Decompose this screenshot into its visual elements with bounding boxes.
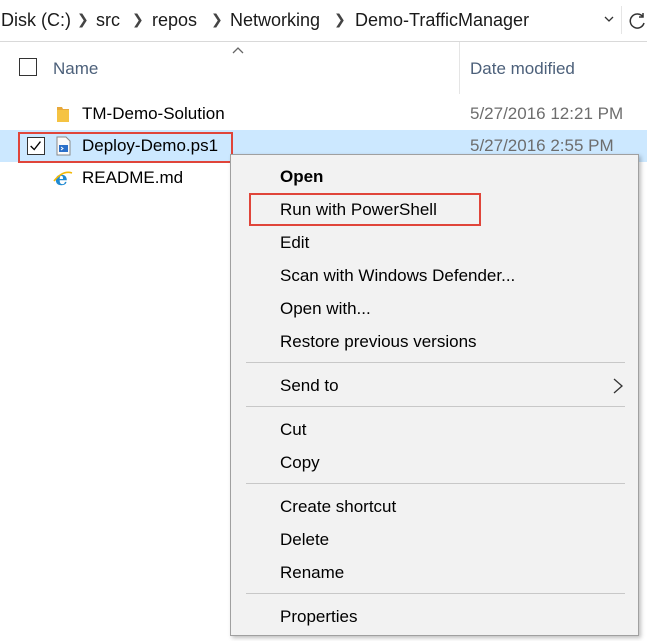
file-row-tm-demo-solution[interactable]: TM-Demo-Solution 5/27/2016 12:21 PM (0, 98, 647, 130)
menu-item-create-shortcut[interactable]: Create shortcut (280, 497, 396, 517)
breadcrumb-item-disk[interactable]: Disk (C:) (1, 10, 71, 31)
menu-item-run-with-powershell[interactable]: Run with PowerShell (280, 200, 437, 220)
menu-item-rename[interactable]: Rename (280, 563, 344, 583)
chevron-right-icon: ❯ (132, 11, 144, 27)
column-divider[interactable] (459, 42, 460, 94)
breadcrumb-item-demo-trafficmanager[interactable]: Demo-TrafficManager (355, 10, 529, 31)
menu-separator (246, 593, 625, 594)
menu-item-send-to[interactable]: Send to (280, 376, 339, 396)
powershell-script-icon (56, 136, 71, 156)
file-name: Deploy-Demo.ps1 (82, 136, 219, 155)
file-date: 5/27/2016 2:55 PM (470, 136, 614, 155)
select-all-checkbox[interactable] (19, 58, 37, 76)
menu-item-delete[interactable]: Delete (280, 530, 329, 550)
internet-explorer-icon: e (53, 168, 73, 188)
chevron-right-icon: ❯ (334, 11, 346, 27)
column-header-date-modified[interactable]: Date modified (470, 59, 575, 79)
file-name: TM-Demo-Solution (82, 104, 225, 123)
menu-item-scan-with-defender[interactable]: Scan with Windows Defender... (280, 266, 515, 286)
file-name: README.md (82, 168, 184, 187)
menu-separator (246, 362, 625, 363)
chevron-down-icon[interactable] (604, 14, 614, 24)
menu-item-restore-previous-versions[interactable]: Restore previous versions (280, 332, 477, 352)
menu-item-cut[interactable]: Cut (280, 420, 306, 440)
breadcrumb-item-repos[interactable]: repos (152, 10, 197, 31)
menu-separator (246, 406, 625, 407)
breadcrumb-item-networking[interactable]: Networking (230, 10, 320, 31)
breadcrumb-item-src[interactable]: src (96, 10, 120, 31)
column-header-row: Name Date modified (0, 42, 647, 94)
menu-item-properties[interactable]: Properties (280, 607, 357, 627)
file-date: 5/27/2016 12:21 PM (470, 104, 624, 123)
submenu-chevron-right-icon (613, 378, 623, 394)
chevron-right-icon: ❯ (211, 11, 223, 27)
menu-item-copy[interactable]: Copy (280, 453, 320, 473)
chevron-right-icon: ❯ (77, 11, 89, 27)
address-bar-divider (621, 6, 622, 34)
row-checkbox[interactable] (27, 137, 45, 155)
menu-item-open-with[interactable]: Open with... (280, 299, 371, 319)
column-header-name[interactable]: Name (53, 59, 98, 79)
menu-separator (246, 483, 625, 484)
sort-ascending-caret-icon (232, 47, 244, 54)
menu-item-edit[interactable]: Edit (280, 233, 309, 253)
checkmark-icon (30, 141, 41, 151)
folder-icon (57, 107, 69, 122)
address-bar: Disk (C:) ❯ src ❯ repos ❯ Networking ❯ D… (0, 0, 647, 42)
refresh-icon[interactable] (628, 11, 647, 31)
context-menu: Open Run with PowerShell Edit Scan with … (230, 154, 639, 636)
menu-item-open[interactable]: Open (280, 167, 323, 187)
